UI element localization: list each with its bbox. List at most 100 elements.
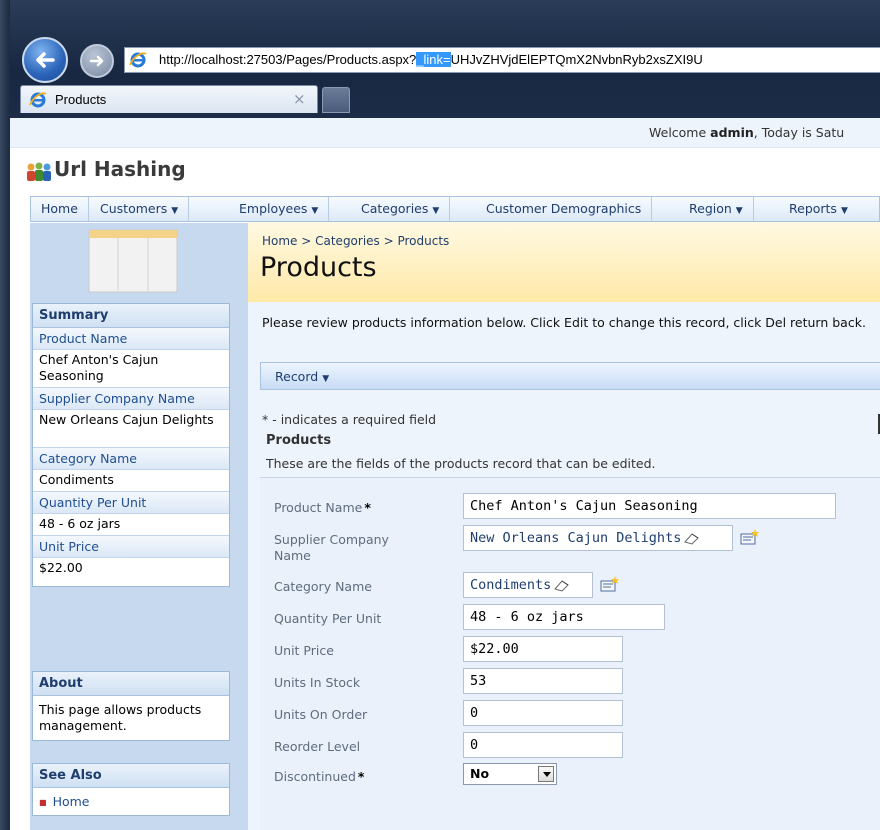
url-prefix: http://localhost:27503/Pages/Products.as… bbox=[159, 52, 417, 67]
table-icon bbox=[88, 229, 178, 293]
about-title: About bbox=[33, 672, 229, 696]
main-menu: Home Customers ▼ Employees ▼ Categories ▼ C… bbox=[30, 196, 880, 222]
section-title: Products bbox=[266, 433, 332, 448]
lookup-value: Condiments bbox=[470, 577, 552, 593]
unit-price-label: Unit Price bbox=[274, 643, 334, 658]
chevron-down-icon: ▼ bbox=[311, 206, 319, 216]
ie-page-icon bbox=[129, 52, 147, 68]
select-value: No bbox=[470, 766, 490, 781]
label-text: Supplier Company bbox=[274, 532, 389, 547]
about-panel: About This page allows products manageme… bbox=[32, 671, 230, 741]
chevron-down-icon: ▼ bbox=[432, 206, 440, 216]
reorder-level-label: Reorder Level bbox=[274, 739, 361, 754]
page-content: Welcome admin, Today is Satu Url Hashing… bbox=[10, 118, 880, 830]
browser-tab[interactable]: Products × bbox=[20, 85, 318, 113]
action-bar: Record ▼ bbox=[260, 362, 880, 390]
title-band: Home > Categories > Products Products bbox=[248, 222, 880, 302]
units-on-order-input[interactable]: 0 bbox=[463, 700, 623, 726]
product-name-input[interactable]: Chef Anton's Cajun Seasoning bbox=[463, 493, 836, 519]
welcome-bar: Welcome admin, Today is Satu bbox=[10, 118, 880, 148]
summary-value: Chef Anton's Cajun Seasoning bbox=[33, 350, 229, 388]
new-item-icon[interactable] bbox=[740, 528, 760, 546]
lookup-value: New Orleans Cajun Delights bbox=[470, 530, 682, 546]
welcome-date: , Today is Satu bbox=[753, 125, 845, 140]
forward-button[interactable] bbox=[80, 44, 114, 78]
summary-label: Quantity Per Unit bbox=[33, 492, 229, 514]
menu-item-region[interactable]: Region ▼ bbox=[679, 197, 754, 221]
menu-item-customers[interactable]: Customers ▼ bbox=[90, 197, 190, 221]
supplier-lookup[interactable]: New Orleans Cajun Delights bbox=[463, 525, 733, 551]
summary-label: Unit Price bbox=[33, 536, 229, 558]
menu-item-reports[interactable]: Reports ▼ bbox=[779, 197, 858, 221]
summary-value: New Orleans Cajun Delights bbox=[33, 410, 229, 448]
see-also-title: See Also bbox=[33, 764, 229, 788]
chevron-down-icon: ▼ bbox=[840, 206, 848, 216]
address-bar[interactable]: http://localhost:27503/Pages/Products.as… bbox=[124, 47, 880, 73]
section-description: These are the fields of the products rec… bbox=[266, 456, 656, 471]
tab-close-icon[interactable]: × bbox=[293, 90, 306, 108]
discontinued-select[interactable]: No bbox=[463, 763, 557, 785]
quantity-input[interactable]: 48 - 6 oz jars bbox=[463, 604, 665, 630]
new-item-icon[interactable] bbox=[600, 575, 620, 593]
window-frame-left bbox=[0, 0, 10, 830]
supplier-label: Supplier Company Name bbox=[274, 532, 389, 564]
new-tab-button[interactable] bbox=[322, 87, 350, 113]
page-title: Products bbox=[260, 252, 377, 283]
main-content: Home > Categories > Products Products Pl… bbox=[248, 222, 880, 830]
see-also-panel: See Also ■ Home bbox=[32, 763, 230, 816]
bullet-icon: ■ bbox=[39, 798, 47, 807]
summary-panel: Summary Product Name Chef Anton's Cajun … bbox=[32, 303, 230, 587]
required-note: * - indicates a required field bbox=[262, 412, 437, 427]
menu-item-categories[interactable]: Categories ▼ bbox=[351, 197, 451, 221]
required-marker: * bbox=[357, 769, 365, 784]
unit-price-input[interactable]: $22.00 bbox=[463, 636, 623, 662]
summary-value: 48 - 6 oz jars bbox=[33, 514, 229, 536]
ie-tab-icon bbox=[29, 92, 47, 108]
label-text: Discontinued bbox=[274, 769, 356, 784]
summary-label: Category Name bbox=[33, 448, 229, 470]
sidebar: Summary Product Name Chef Anton's Cajun … bbox=[30, 223, 252, 830]
menu-label: Region bbox=[689, 201, 732, 216]
url-suffix: UHJvZHVjdElEPTQmX2NvbnRyb2xsZXI9U bbox=[450, 52, 703, 67]
summary-value: $22.00 bbox=[33, 558, 229, 586]
menu-item-customer-demographics[interactable]: Customer Demographics bbox=[476, 197, 653, 221]
app-header: Url Hashing bbox=[10, 148, 880, 194]
eraser-icon[interactable] bbox=[683, 531, 701, 545]
people-icon bbox=[27, 162, 51, 181]
record-menu-button[interactable]: Record ▼ bbox=[275, 369, 329, 384]
discontinued-label: Discontinued * bbox=[274, 769, 364, 785]
app-title: Url Hashing bbox=[54, 157, 186, 181]
units-on-order-label: Units On Order bbox=[274, 707, 368, 722]
menu-item-home[interactable]: Home bbox=[31, 197, 89, 221]
summary-label: Product Name bbox=[33, 328, 229, 350]
summary-title: Summary bbox=[33, 304, 229, 328]
category-lookup[interactable]: Condiments bbox=[463, 572, 593, 598]
menu-label: Customer Demographics bbox=[486, 201, 642, 216]
label-text: Product Name bbox=[274, 500, 363, 515]
intro-text: Please review products information below… bbox=[262, 315, 866, 330]
menu-label: Employees bbox=[239, 201, 308, 216]
eraser-icon[interactable] bbox=[553, 578, 571, 592]
browser-chrome: http://localhost:27503/Pages/Products.as… bbox=[0, 0, 880, 118]
welcome-user: admin bbox=[710, 125, 754, 140]
see-also-link-home[interactable]: ■ Home bbox=[33, 788, 229, 815]
link-label: Home bbox=[52, 794, 90, 809]
record-label: Record bbox=[275, 369, 319, 384]
url-selection: _link= bbox=[416, 52, 451, 67]
menu-label: Home bbox=[41, 201, 78, 216]
menu-label: Categories bbox=[361, 201, 429, 216]
product-name-label: Product Name * bbox=[274, 500, 371, 516]
units-in-stock-input[interactable]: 53 bbox=[463, 668, 623, 694]
reorder-level-input[interactable]: 0 bbox=[463, 732, 623, 758]
tab-title: Products bbox=[55, 92, 107, 107]
back-arrow-icon bbox=[36, 52, 55, 68]
dropdown-arrow-icon[interactable] bbox=[538, 766, 554, 782]
label-text: Name bbox=[274, 548, 311, 563]
menu-item-employees[interactable]: Employees ▼ bbox=[229, 197, 330, 221]
breadcrumb[interactable]: Home > Categories > Products bbox=[262, 234, 449, 248]
back-button[interactable] bbox=[22, 37, 68, 83]
chevron-down-icon: ▼ bbox=[171, 206, 179, 216]
chevron-down-icon: ▼ bbox=[735, 206, 743, 216]
menu-label: Reports bbox=[789, 201, 837, 216]
url-text[interactable]: http://localhost:27503/Pages/Products.as… bbox=[159, 52, 703, 67]
